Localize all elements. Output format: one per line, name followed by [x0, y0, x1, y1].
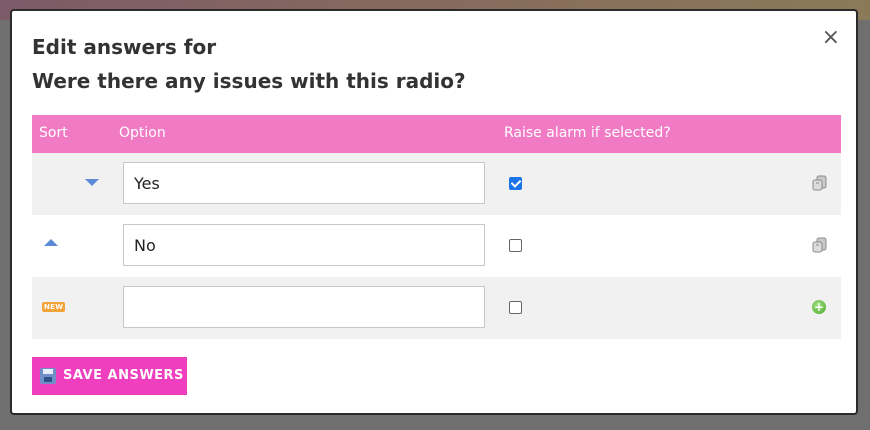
save-answers-button[interactable]: SAVE ANSWERS — [32, 357, 187, 395]
option-input[interactable] — [123, 162, 485, 204]
raise-alarm-checkbox[interactable] — [509, 239, 522, 252]
delete-icon[interactable] — [812, 237, 828, 253]
delete-icon[interactable] — [812, 175, 828, 191]
question-title: Were there any issues with this radio? — [32, 69, 466, 93]
option-column-header: Option — [119, 125, 166, 141]
raise-alarm-checkbox[interactable] — [509, 301, 522, 314]
raise-alarm-checkbox[interactable] — [509, 177, 522, 190]
table-header: Sort Option Raise alarm if selected? — [32, 115, 841, 153]
close-icon[interactable]: × — [822, 27, 840, 49]
answers-table: Sort Option Raise alarm if selected? Yes… — [32, 115, 841, 339]
table-row: NEW + — [32, 277, 841, 339]
option-input[interactable] — [123, 224, 485, 266]
floppy-disk-icon — [40, 368, 56, 384]
new-option-input[interactable] — [123, 286, 485, 328]
edit-answers-modal: × Edit answers for Were there any issues… — [10, 9, 858, 415]
table-row — [32, 215, 841, 277]
new-badge-icon: NEW — [42, 302, 66, 312]
move-up-icon[interactable] — [44, 239, 58, 246]
move-down-icon[interactable] — [85, 179, 99, 186]
table-row — [32, 153, 841, 215]
add-icon[interactable]: + — [812, 300, 826, 314]
modal-title: Edit answers for — [32, 35, 217, 59]
save-answers-label: SAVE ANSWERS — [63, 368, 184, 383]
alarm-column-header: Raise alarm if selected? — [504, 125, 671, 141]
sort-column-header: Sort — [39, 125, 68, 141]
